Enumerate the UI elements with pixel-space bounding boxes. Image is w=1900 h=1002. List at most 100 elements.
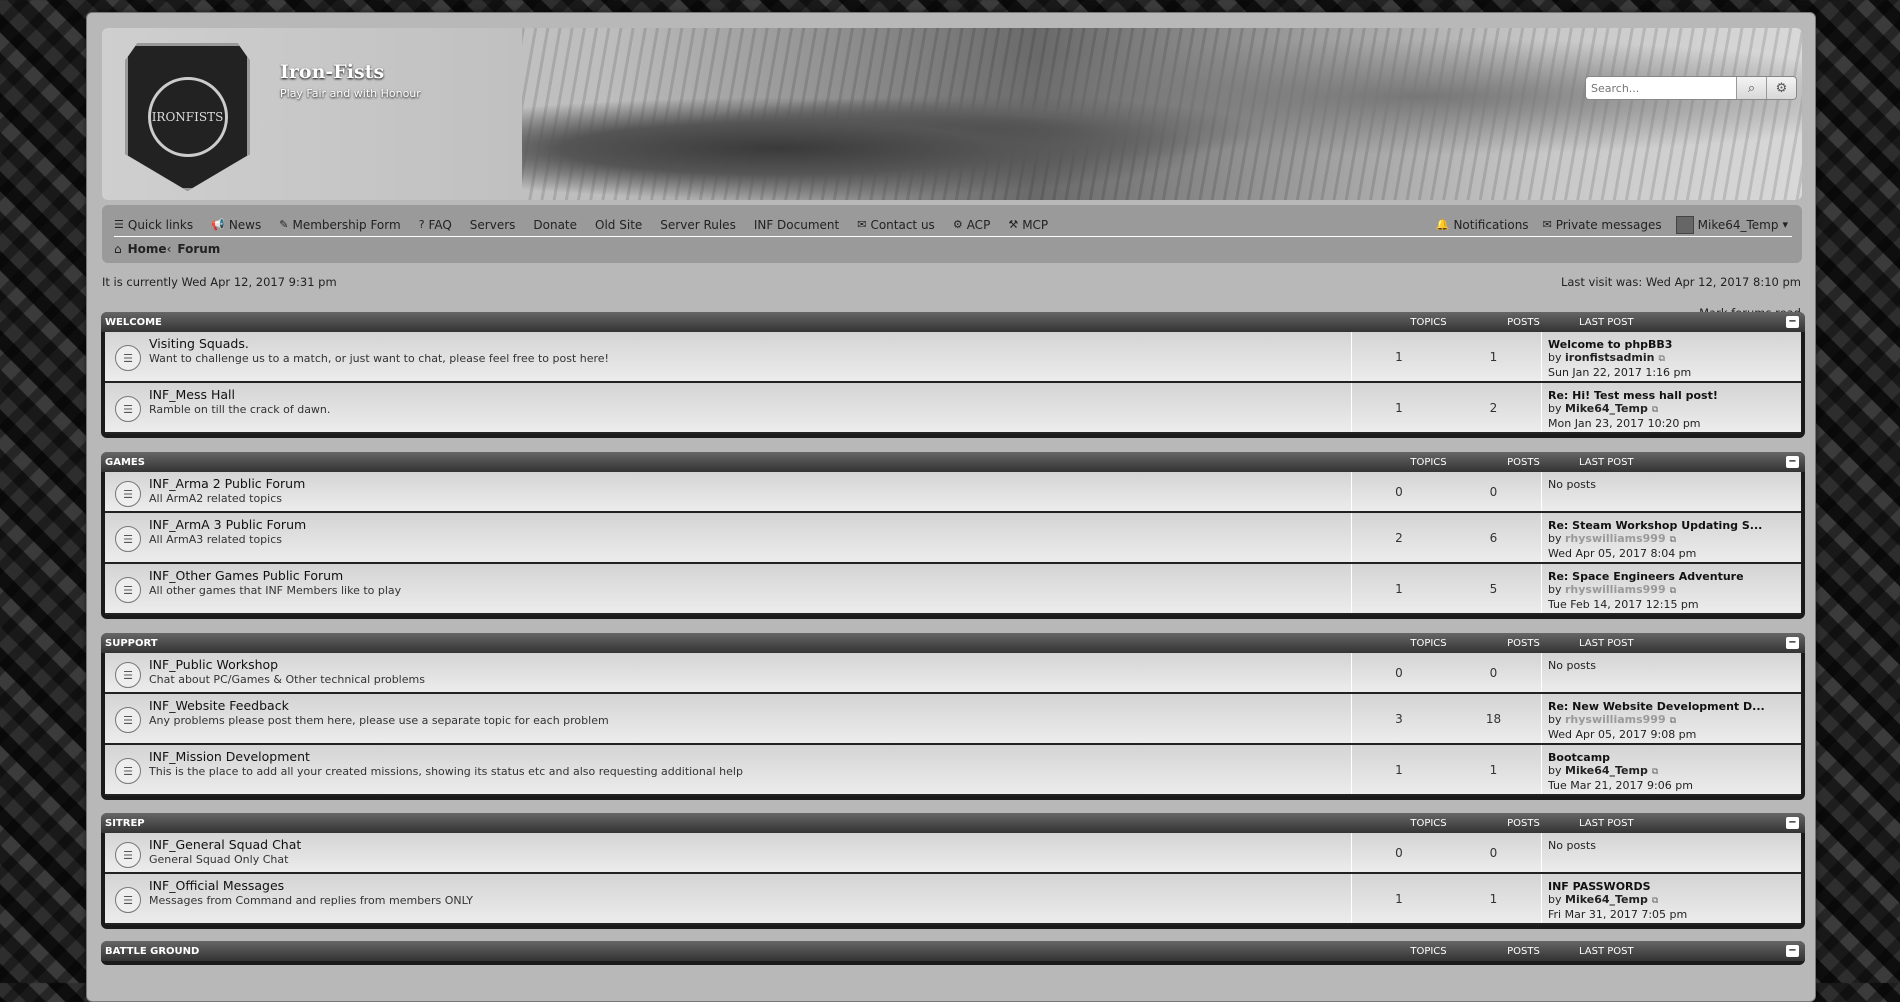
forum-read-icon: ☰	[115, 707, 141, 733]
last-post-title[interactable]: Re: New Website Development D...	[1548, 700, 1809, 713]
category-header: GAMES TOPICS POSTS LAST POST −	[101, 452, 1805, 472]
forum-title[interactable]: INF_ArmA 3 Public Forum	[149, 517, 306, 532]
breadcrumb-home[interactable]: Home	[128, 242, 167, 256]
nav-donate[interactable]: Donate	[533, 218, 577, 232]
last-post-title[interactable]: Welcome to phpBB3	[1548, 338, 1809, 351]
column-topics: TOPICS	[1410, 456, 1447, 468]
nav-acp[interactable]: ⚙ ACP	[953, 218, 991, 232]
nav-notifications[interactable]: 🔔 Notifications	[1436, 216, 1529, 234]
last-post-user[interactable]: ironfistsadmin	[1565, 351, 1654, 364]
nav-membership-form[interactable]: ✎ Membership Form	[279, 218, 400, 232]
forum-read-icon: ☰	[115, 662, 141, 688]
nav-servers[interactable]: Servers	[470, 218, 516, 232]
forum-posts-count: 0	[1489, 484, 1498, 499]
forum-title[interactable]: INF_Arma 2 Public Forum	[149, 476, 305, 491]
forum-last-post: Bootcamp by Mike64_Temp ⧉ Tue Mar 21, 201…	[1541, 745, 1809, 794]
forum-title[interactable]: INF_Website Feedback	[149, 698, 609, 713]
forum-title[interactable]: INF_Mess Hall	[149, 387, 330, 402]
forum-title[interactable]: INF_Mission Development	[149, 749, 743, 764]
last-post-title[interactable]: Re: Space Engineers Adventure	[1548, 570, 1809, 583]
caret-down-icon: ▾	[1782, 218, 1788, 231]
forum-title[interactable]: INF_Other Games Public Forum	[149, 568, 401, 583]
last-post-by: by	[1548, 351, 1562, 364]
nav-faq[interactable]: ? FAQ	[419, 218, 452, 232]
search-input[interactable]	[1586, 77, 1736, 99]
last-post-user[interactable]: Mike64_Temp	[1565, 764, 1648, 777]
last-post-user[interactable]: rhyswilliams999	[1565, 532, 1666, 545]
nav-contact-us[interactable]: ✉ Contact us	[857, 218, 935, 232]
pencil-icon: ✎	[279, 218, 289, 231]
last-post-title[interactable]: Re: Hi! Test mess hall post!	[1548, 389, 1809, 402]
last-post-user[interactable]: Mike64_Temp	[1565, 402, 1648, 415]
breadcrumb-forum[interactable]: Forum	[177, 242, 220, 256]
category-name[interactable]: SITREP	[105, 818, 1381, 829]
forum-posts-count: 1	[1489, 762, 1498, 777]
last-visit: Last visit was: Wed Apr 12, 2017 8:10 pm	[1560, 275, 1801, 289]
site-header: IRONFISTS Iron-Fists Play Fair and with …	[102, 28, 1802, 200]
forum-row: ☰ INF_Website Feedback Any problems plea…	[105, 694, 1801, 745]
column-posts: POSTS	[1507, 456, 1540, 468]
category-block: SITREP TOPICS POSTS LAST POST − ☰ INF_Ge…	[101, 813, 1805, 929]
category-name[interactable]: GAMES	[105, 457, 1381, 468]
megaphone-icon: 📢	[211, 218, 225, 231]
view-latest-post-icon[interactable]: ⧉	[1652, 895, 1658, 908]
nav-old-site[interactable]: Old Site	[595, 218, 642, 232]
forum-row: ☰ INF_General Squad Chat General Squad O…	[105, 833, 1801, 874]
last-post-title[interactable]: Bootcamp	[1548, 751, 1809, 764]
nav-label: MCP	[1022, 217, 1049, 232]
envelope-icon: ✉	[857, 218, 867, 231]
view-latest-post-icon[interactable]: ⧉	[1670, 715, 1676, 728]
category-name[interactable]: BATTLE GROUND	[105, 946, 1381, 957]
collapse-icon[interactable]: −	[1786, 456, 1799, 468]
current-time: It is currently Wed Apr 12, 2017 9:31 pm	[102, 275, 337, 289]
last-post-user[interactable]: rhyswilliams999	[1565, 583, 1666, 596]
nav-label: INF Document	[753, 217, 840, 232]
view-latest-post-icon[interactable]: ⧉	[1652, 404, 1658, 417]
forum-description: Want to challenge us to a match, or just…	[149, 352, 609, 365]
nav-quick-links[interactable]: ☰ Quick links	[114, 218, 193, 232]
advanced-search-button[interactable]: ⚙	[1766, 77, 1796, 99]
gears-icon: ⚙	[952, 218, 963, 231]
last-post-by: by	[1548, 893, 1562, 906]
collapse-icon[interactable]: −	[1786, 316, 1799, 328]
last-post-by: by	[1548, 583, 1562, 596]
nav-mcp[interactable]: ⚒ MCP	[1008, 218, 1048, 232]
no-posts: No posts	[1548, 839, 1596, 852]
nav-news[interactable]: 📢 News	[211, 218, 261, 232]
forum-read-icon: ☰	[115, 481, 141, 507]
category-name[interactable]: WELCOME	[105, 317, 1381, 328]
forum-last-post: Re: Space Engineers Adventure by rhyswil…	[1541, 564, 1809, 613]
category-name[interactable]: SUPPORT	[105, 638, 1381, 649]
view-latest-post-icon[interactable]: ⧉	[1652, 766, 1658, 779]
forum-topics-count: 1	[1351, 332, 1446, 381]
view-latest-post-icon[interactable]: ⧉	[1658, 353, 1664, 366]
nav-inf-document[interactable]: INF Document	[754, 218, 839, 232]
forum-topics-count: 0	[1351, 833, 1446, 872]
forum-title[interactable]: INF_Public Workshop	[149, 657, 425, 672]
question-icon: ?	[418, 218, 425, 231]
last-post-user[interactable]: Mike64_Temp	[1565, 893, 1648, 906]
site-logo[interactable]: IRONFISTS	[125, 43, 250, 191]
forum-posts-count: 1	[1489, 891, 1498, 906]
site-title: Iron-Fists	[280, 61, 385, 83]
collapse-icon[interactable]: −	[1786, 817, 1799, 829]
nav-private-messages[interactable]: ✉ Private messages	[1543, 216, 1662, 234]
bell-icon: 🔔	[1435, 218, 1450, 231]
search-button[interactable]: ⌕	[1736, 77, 1766, 99]
nav-server-rules[interactable]: Server Rules	[660, 218, 736, 232]
forum-title[interactable]: Visiting Squads.	[149, 336, 609, 351]
last-post-title[interactable]: INF PASSWORDS	[1548, 880, 1809, 893]
view-latest-post-icon[interactable]: ⧉	[1670, 534, 1676, 547]
last-post-title[interactable]: Re: Steam Workshop Updating S...	[1548, 519, 1809, 532]
view-latest-post-icon[interactable]: ⧉	[1670, 585, 1676, 598]
collapse-icon[interactable]: −	[1786, 945, 1799, 957]
nav-label: Private messages	[1555, 217, 1662, 232]
logo-emblem: IRONFISTS	[147, 77, 228, 157]
forum-title[interactable]: INF_General Squad Chat	[149, 837, 301, 852]
forum-posts-count: 0	[1489, 845, 1498, 860]
collapse-icon[interactable]: −	[1786, 637, 1799, 649]
last-post-user[interactable]: rhyswilliams999	[1565, 713, 1666, 726]
nav-user-profile[interactable]: Mike64_Temp ▾	[1675, 215, 1792, 234]
forum-title[interactable]: INF_Official Messages	[149, 878, 473, 893]
last-post-date: Tue Feb 14, 2017 12:15 pm	[1548, 598, 1699, 611]
